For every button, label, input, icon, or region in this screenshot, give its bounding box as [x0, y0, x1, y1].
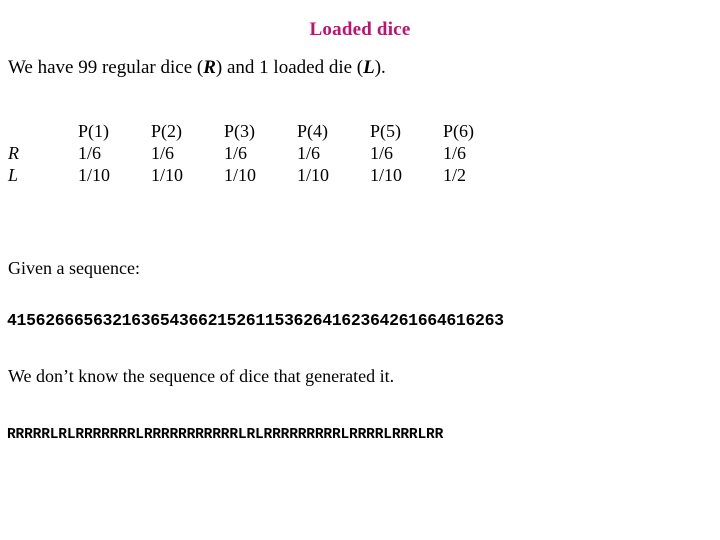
intro-sentence: We have 99 regular dice (R) and 1 loaded…	[8, 57, 386, 79]
observed-digit-sequence: 4156266656321636543662152611536264162364…	[7, 311, 504, 330]
hidden-state-note: We don’t know the sequence of dice that …	[8, 366, 395, 386]
regular-die-symbol: R	[203, 57, 216, 78]
table-row-label-loaded: L	[8, 165, 19, 185]
table-header-p5: P(5)	[370, 121, 401, 141]
table-header-p2: P(2)	[151, 121, 182, 141]
table-row: L 1/10 1/10 1/10 1/10 1/10 1/2	[8, 164, 516, 186]
given-sequence-label: Given a sequence:	[8, 258, 140, 278]
intro-text-part3: ).	[374, 57, 386, 78]
table-cell-loaded-p4: 1/10	[297, 165, 330, 185]
table-cell-loaded-p1: 1/10	[78, 165, 111, 185]
table-corner-cell	[8, 120, 78, 142]
table-header-p3: P(3)	[224, 121, 255, 141]
probability-table: P(1) P(2) P(3) P(4) P(5) P(6) R 1/6 1/6 …	[8, 120, 516, 186]
table-cell-regular-p4: 1/6	[297, 143, 321, 163]
table-cell-loaded-p6: 1/2	[443, 165, 467, 185]
table-cell-loaded-p5: 1/10	[370, 165, 403, 185]
hidden-dice-sequence: RRRRRLRLRRRRRRRLRRRRRRRRRRRLRLRRRRRRRRRL…	[7, 427, 444, 443]
page-title: Loaded dice	[309, 19, 411, 40]
table-cell-regular-p6: 1/6	[443, 143, 467, 163]
intro-text-part2: ) and 1 loaded die (	[215, 57, 364, 78]
table-cell-regular-p3: 1/6	[224, 143, 248, 163]
table-cell-regular-p5: 1/6	[370, 143, 394, 163]
intro-text-part1: We have 99 regular dice (	[8, 57, 204, 78]
table-cell-regular-p2: 1/6	[151, 143, 175, 163]
table-cell-loaded-p3: 1/10	[224, 165, 257, 185]
table-row-label-regular: R	[8, 143, 19, 163]
table-header-p4: P(4)	[297, 121, 328, 141]
table-header-row: P(1) P(2) P(3) P(4) P(5) P(6)	[8, 120, 516, 142]
loaded-die-symbol: L	[363, 57, 375, 78]
slide-canvas: Loaded dice We have 99 regular dice (R) …	[0, 0, 720, 540]
table-cell-loaded-p2: 1/10	[151, 165, 184, 185]
table-cell-regular-p1: 1/6	[78, 143, 102, 163]
table-header-p6: P(6)	[443, 121, 474, 141]
table-row: R 1/6 1/6 1/6 1/6 1/6 1/6	[8, 142, 516, 164]
table-header-p1: P(1)	[78, 121, 109, 141]
